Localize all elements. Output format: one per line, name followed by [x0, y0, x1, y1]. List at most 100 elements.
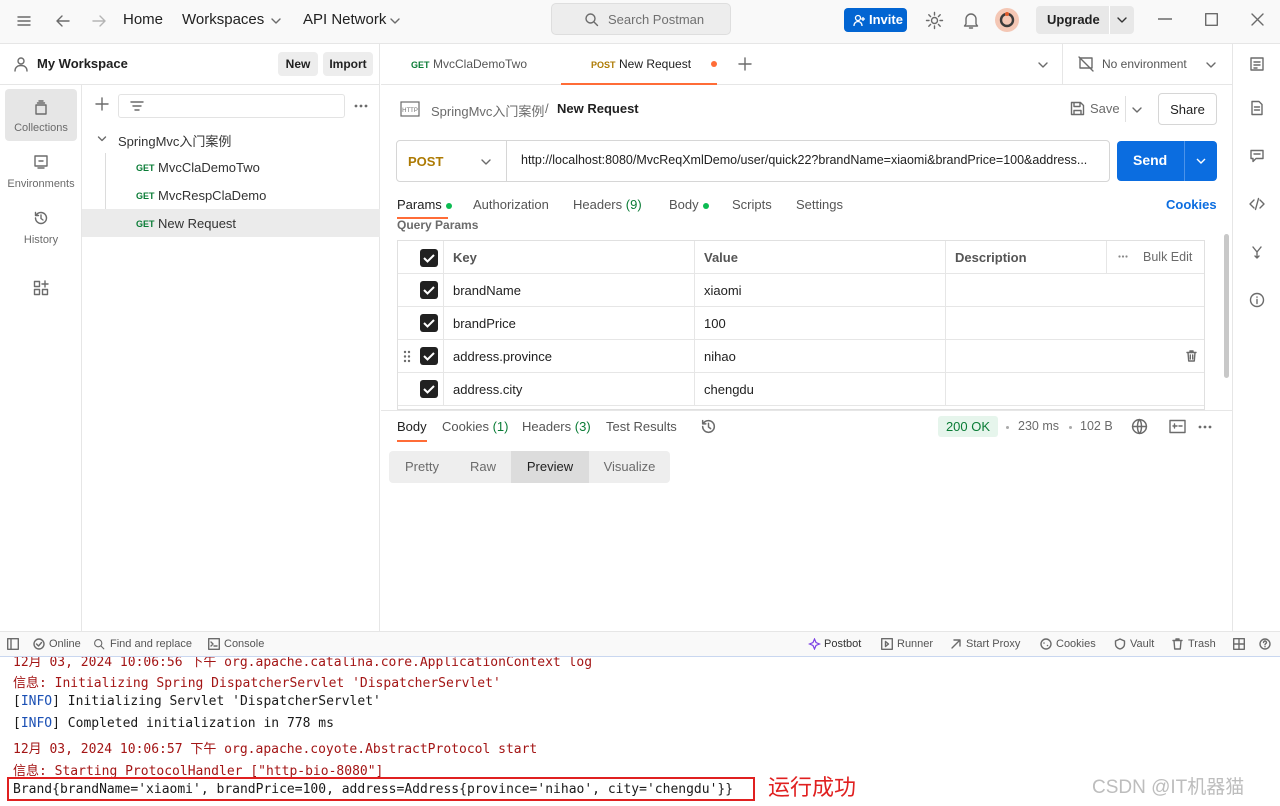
tab-headers[interactable]: Headers (9) — [573, 197, 642, 212]
description-cell[interactable] — [945, 307, 1204, 340]
online-status[interactable]: Online — [49, 638, 81, 650]
format-raw[interactable]: Raw — [455, 451, 511, 483]
tab-params[interactable]: Params — [397, 197, 452, 212]
tab-request-active[interactable]: POST New Request — [561, 44, 717, 85]
request-item[interactable]: GET New Request — [82, 209, 380, 237]
api-network-menu[interactable]: API Network — [303, 11, 386, 28]
page-title[interactable]: New Request — [557, 101, 639, 116]
menu-icon[interactable] — [16, 13, 32, 29]
layout-icon[interactable] — [1233, 638, 1245, 650]
plus-icon[interactable] — [95, 97, 109, 111]
close-icon[interactable] — [1251, 13, 1264, 26]
row-checkbox[interactable] — [420, 281, 438, 299]
import-button[interactable]: Import — [323, 52, 373, 76]
new-button[interactable]: New — [278, 52, 318, 76]
sidebar-item-history[interactable]: History — [5, 201, 77, 253]
value-cell[interactable]: xiaomi — [694, 274, 945, 307]
environment-selector[interactable]: No environment — [1102, 57, 1187, 71]
avatar[interactable] — [995, 8, 1019, 32]
vault-button[interactable]: Vault — [1130, 638, 1154, 650]
documentation-icon[interactable] — [1249, 100, 1265, 116]
comments-icon[interactable] — [1249, 148, 1265, 164]
tab-test-results[interactable]: Test Results — [606, 419, 677, 434]
upgrade-button[interactable]: Upgrade — [1036, 6, 1134, 34]
description-cell[interactable] — [945, 340, 1204, 373]
trash-icon[interactable] — [1186, 350, 1197, 362]
bell-icon[interactable] — [962, 11, 980, 30]
table-row[interactable]: brandName xiaomi — [398, 274, 1204, 307]
sidebar-item-collections[interactable]: Collections — [5, 89, 77, 141]
description-cell[interactable] — [945, 373, 1204, 406]
save-example-icon[interactable] — [1169, 419, 1186, 434]
runner-button[interactable]: Runner — [897, 638, 933, 650]
format-visualize[interactable]: Visualize — [589, 451, 670, 483]
workspaces-menu[interactable]: Workspaces — [182, 11, 264, 28]
request-item[interactable]: GET MvcRespClaDemo — [82, 181, 380, 209]
description-cell[interactable] — [945, 274, 1204, 307]
more-options-icon[interactable] — [354, 104, 368, 108]
format-pretty[interactable]: Pretty — [389, 451, 455, 483]
invite-button[interactable]: Invite — [844, 8, 907, 32]
request-item[interactable]: GET MvcClaDemoTwo — [82, 153, 380, 181]
back-arrow-icon[interactable] — [54, 12, 72, 30]
url-input[interactable]: http://localhost:8080/MvcReqXmlDemo/user… — [521, 153, 1105, 167]
drag-handle-icon[interactable] — [403, 350, 411, 363]
workspace-name[interactable]: My Workspace — [37, 56, 128, 71]
key-cell[interactable]: brandName — [443, 274, 694, 307]
response-divider[interactable] — [381, 410, 1232, 411]
cookies-button[interactable]: Cookies — [1056, 638, 1096, 650]
response-size[interactable]: 102 B — [1080, 419, 1113, 433]
send-button[interactable]: Send — [1117, 141, 1217, 181]
collection-item[interactable]: SpringMvc入门案例 — [82, 125, 380, 153]
add-tab-icon[interactable] — [738, 57, 752, 71]
key-cell[interactable]: address.province — [443, 340, 694, 373]
table-row[interactable]: brandPrice 100 — [398, 307, 1204, 340]
chevron-down-icon[interactable] — [1195, 155, 1207, 167]
info-icon[interactable] — [1249, 292, 1265, 308]
status-badge[interactable]: 200 OK — [938, 416, 998, 437]
tab-authorization[interactable]: Authorization — [473, 197, 549, 212]
select-all-checkbox[interactable] — [420, 249, 438, 267]
share-button[interactable]: Share — [1158, 93, 1217, 125]
tab-response-body[interactable]: Body — [397, 419, 427, 434]
home-link[interactable]: Home — [123, 11, 163, 28]
filter-input[interactable] — [118, 94, 345, 118]
save-button[interactable]: Save — [1063, 94, 1147, 124]
start-proxy-button[interactable]: Start Proxy — [966, 638, 1020, 650]
related-collections-icon[interactable] — [1249, 244, 1265, 260]
response-time[interactable]: 230 ms — [1018, 419, 1059, 433]
sidebar-item-environments[interactable]: Environments — [5, 145, 77, 197]
more-options-icon[interactable] — [1118, 255, 1128, 258]
row-checkbox[interactable] — [420, 314, 438, 332]
trash-button[interactable]: Trash — [1188, 638, 1216, 650]
key-cell[interactable]: address.city — [443, 373, 694, 406]
search-input[interactable]: Search Postman — [551, 3, 731, 35]
value-cell[interactable]: 100 — [694, 307, 945, 340]
forward-arrow-icon[interactable] — [90, 12, 108, 30]
format-preview[interactable]: Preview — [511, 451, 589, 483]
tab-response-cookies[interactable]: Cookies (1) — [442, 419, 508, 434]
globe-icon[interactable] — [1131, 418, 1148, 435]
postbot-button[interactable]: Postbot — [824, 638, 861, 650]
maximize-icon[interactable] — [1205, 13, 1218, 26]
tab-settings[interactable]: Settings — [796, 197, 843, 212]
chevron-down-icon[interactable] — [1037, 59, 1049, 71]
toggle-sidebar-icon[interactable] — [7, 638, 19, 650]
tab-request[interactable]: GET MvcClaDemoTwo — [395, 44, 561, 85]
console-button[interactable]: Console — [224, 638, 264, 650]
history-icon[interactable] — [700, 418, 717, 435]
more-options-icon[interactable] — [1198, 425, 1212, 429]
row-checkbox[interactable] — [420, 347, 438, 365]
find-replace-button[interactable]: Find and replace — [110, 638, 192, 650]
scrollbar-thumb[interactable] — [1224, 234, 1229, 378]
value-cell[interactable]: chengdu — [694, 373, 945, 406]
value-cell[interactable]: nihao — [694, 340, 945, 373]
bulk-edit-link[interactable]: Bulk Edit — [1143, 250, 1192, 264]
chevron-down-icon[interactable] — [1131, 104, 1143, 116]
table-row[interactable]: address.city chengdu — [398, 373, 1204, 406]
key-cell[interactable]: brandPrice — [443, 307, 694, 340]
chevron-down-icon[interactable] — [1116, 14, 1128, 26]
tab-body[interactable]: Body — [669, 197, 709, 212]
minimize-icon[interactable] — [1158, 18, 1172, 20]
help-icon[interactable] — [1259, 638, 1271, 650]
